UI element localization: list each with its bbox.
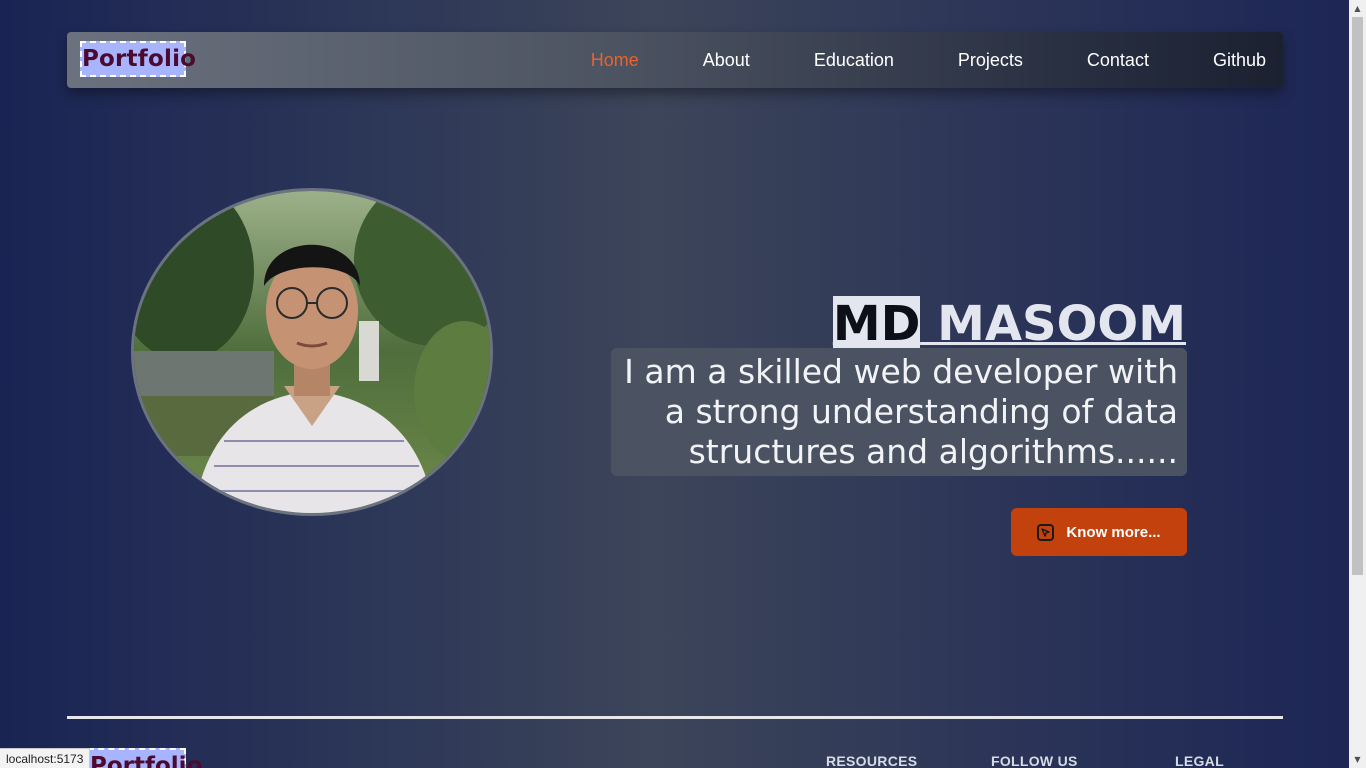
vertical-scrollbar[interactable]: ▲ ▼ (1349, 0, 1366, 768)
nav-link-home[interactable]: Home (591, 50, 639, 71)
know-more-button[interactable]: Know more... (1011, 508, 1187, 556)
footer-heading-resources: RESOURCES (826, 753, 918, 768)
page: Portfolio Home About Education Projects … (0, 0, 1349, 768)
brand-logo[interactable]: Portfolio (80, 41, 196, 77)
know-more-label: Know more... (1066, 523, 1161, 541)
navbar: Portfolio Home About Education Projects … (67, 32, 1283, 88)
footer-heading-legal: LEGAL (1175, 753, 1224, 768)
footer-heading-follow-us: FOLLOW US (991, 753, 1078, 768)
nav-link-contact[interactable]: Contact (1087, 50, 1149, 71)
profile-photo (131, 188, 493, 516)
hero-name: MD MASOOM (832, 294, 1186, 354)
nav-link-projects[interactable]: Projects (958, 50, 1023, 71)
scrollbar-thumb[interactable] (1352, 17, 1363, 575)
scroll-up-arrow-icon[interactable]: ▲ (1349, 0, 1366, 17)
nav-link-education[interactable]: Education (814, 50, 894, 71)
cursor-click-icon (1037, 523, 1055, 541)
nav-links: Home About Education Projects Contact Gi… (591, 32, 1283, 88)
footer-divider (67, 716, 1283, 719)
scroll-down-arrow-icon[interactable]: ▼ (1349, 751, 1366, 768)
profile-photo-illustration (134, 191, 490, 513)
hero-description: I am a skilled web developer with a stro… (611, 348, 1187, 476)
link-status-bar: localhost:5173 (0, 748, 91, 768)
footer-brand-logo[interactable]: Portfolio (88, 748, 202, 768)
nav-link-github[interactable]: Github (1213, 50, 1266, 71)
hero-name-rest: MASOOM (920, 296, 1186, 353)
nav-link-about[interactable]: About (703, 50, 750, 71)
hero-name-first: MD (832, 296, 921, 353)
